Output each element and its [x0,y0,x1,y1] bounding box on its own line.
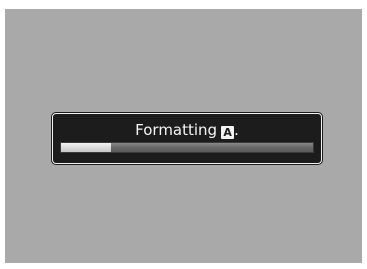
dialog-title: Formatting [135,121,218,139]
formatting-dialog: Formatting A. [52,113,322,164]
drive-a-icon: A [221,126,235,139]
progress-bar [60,142,314,153]
dialog-title-row: Formatting A. [53,120,321,140]
screen-background: Formatting A. [5,9,362,263]
progress-fill [61,143,112,152]
dialog-title-suffix: . [234,121,239,139]
